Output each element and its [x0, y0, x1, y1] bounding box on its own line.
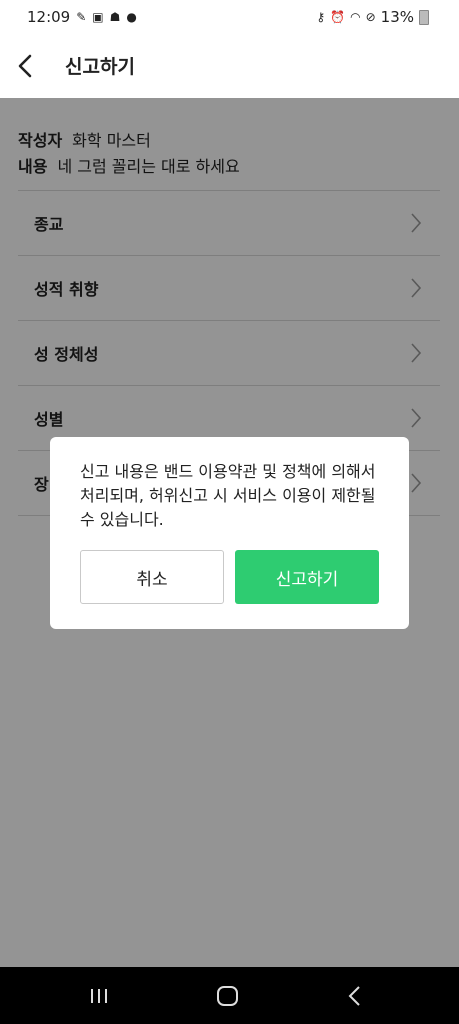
- status-left: 12:09 ✎ ▣ ☗ ●: [27, 8, 137, 26]
- cancel-button[interactable]: 취소: [80, 550, 224, 604]
- battery-icon: [419, 9, 429, 25]
- back-button[interactable]: [14, 52, 38, 80]
- report-confirm-dialog: 신고 내용은 밴드 이용약관 및 정책에 의해서 처리되며, 허위신고 시 서비…: [50, 437, 409, 629]
- dot-icon: ●: [126, 10, 137, 24]
- key-icon: ⚷: [316, 10, 326, 24]
- chevron-left-icon: [18, 54, 32, 78]
- app-icon: ☗: [109, 10, 121, 24]
- status-time: 12:09: [27, 8, 71, 26]
- status-right: ⚷ ⏰ ◠ ⊘ 13%: [316, 8, 429, 26]
- wifi-icon: ◠: [350, 10, 361, 24]
- status-bar: 12:09 ✎ ▣ ☗ ● ⚷ ⏰ ◠ ⊘ 13%: [0, 0, 459, 36]
- recent-apps-icon[interactable]: [88, 981, 112, 1011]
- report-button[interactable]: 신고하기: [235, 550, 379, 604]
- home-icon[interactable]: [215, 981, 241, 1011]
- do-not-disturb-icon: ⊘: [365, 10, 376, 24]
- page-title: 신고하기: [65, 56, 135, 78]
- back-nav-icon[interactable]: [345, 981, 365, 1011]
- notification-icon: ✎: [76, 10, 87, 24]
- header: 신고하기: [0, 36, 459, 98]
- battery-text: 13%: [380, 8, 414, 26]
- image-icon: ▣: [92, 10, 104, 24]
- alarm-icon: ⏰: [330, 10, 346, 24]
- dialog-message: 신고 내용은 밴드 이용약관 및 정책에 의해서 처리되며, 허위신고 시 서비…: [80, 462, 376, 529]
- system-nav-bar: [0, 967, 459, 1024]
